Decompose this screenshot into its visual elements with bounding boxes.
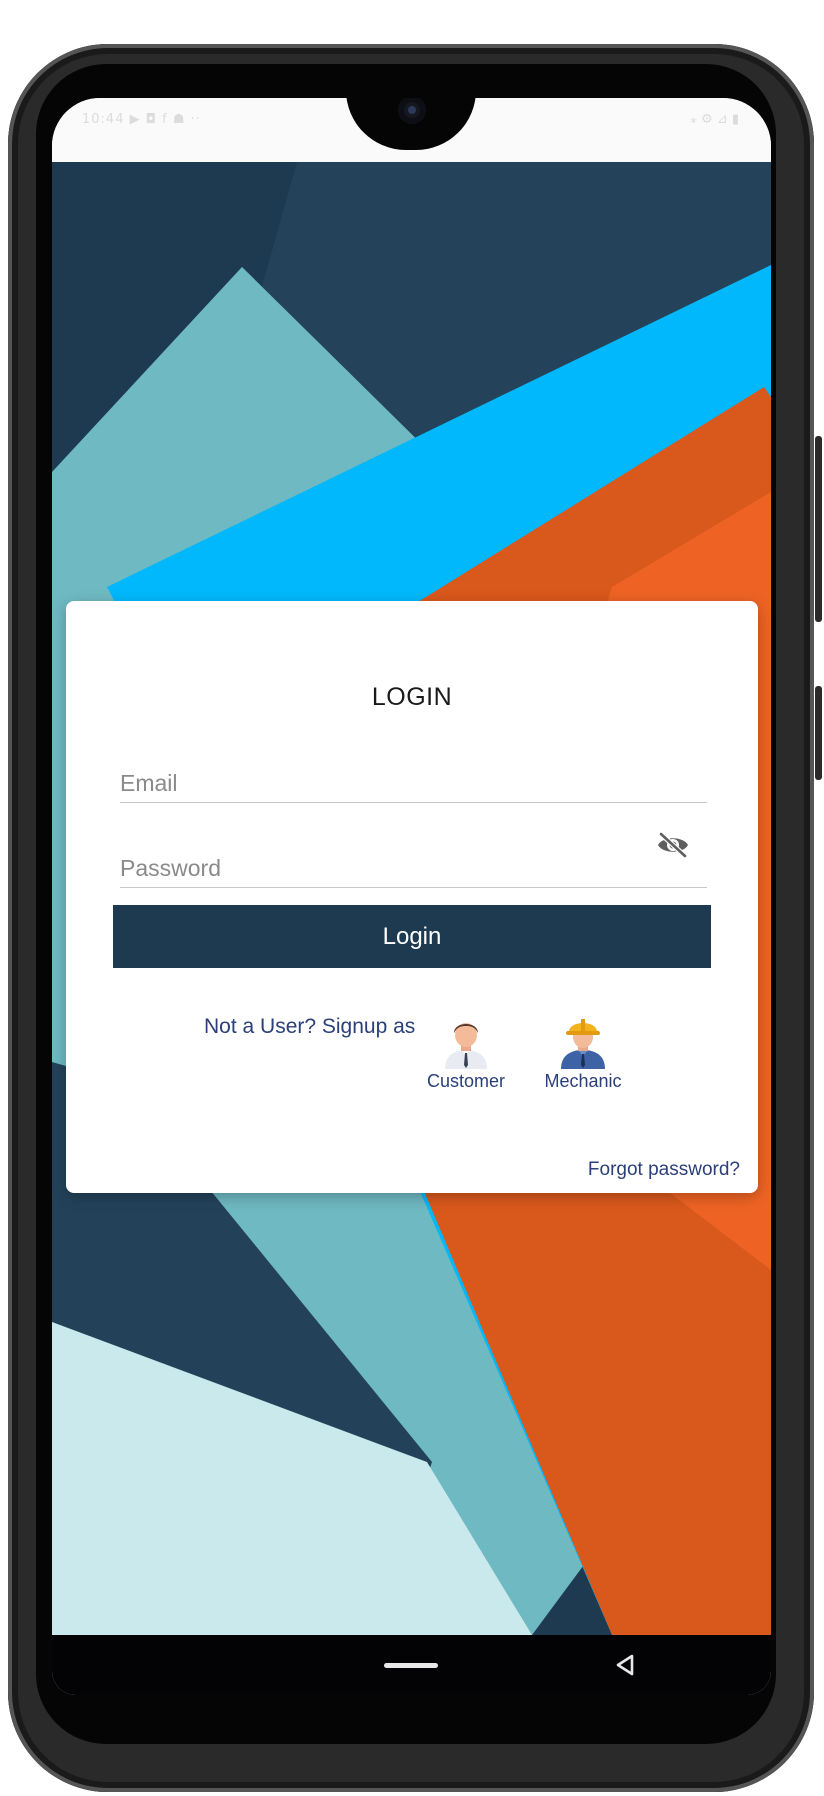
status-bar: 10:44 ▶ ◘ f ☗ ·· ⁎ ⚙ ⊿ ▮ <box>52 98 771 162</box>
status-right-text: ⁎ ⚙ ⊿ ▮ <box>690 112 739 127</box>
signup-mechanic-button[interactable]: Mechanic <box>537 1015 629 1092</box>
power-button <box>815 686 822 780</box>
login-card: LOGIN Login Not a User? Signup as <box>66 601 758 1193</box>
screen: 10:44 ▶ ◘ f ☗ ·· ⁎ ⚙ ⊿ ▮ LOGIN Email Log… <box>52 98 771 1695</box>
password-field[interactable] <box>120 851 707 888</box>
signup-prompt: Not a User? Signup as <box>204 1015 416 1038</box>
mechanic-label: Mechanic <box>544 1071 622 1091</box>
signup-customer-button[interactable]: Customer <box>420 1015 512 1092</box>
login-title: LOGIN <box>371 683 453 711</box>
login-button[interactable]: Login <box>113 905 711 968</box>
system-nav-bar <box>52 1635 771 1695</box>
mechanic-avatar-icon <box>561 1019 605 1069</box>
camera-lens <box>408 106 416 114</box>
back-triangle-icon[interactable] <box>614 1653 636 1677</box>
forgot-password-link[interactable]: Forgot password? <box>588 1159 740 1181</box>
customer-avatar-icon <box>445 1023 487 1069</box>
volume-button <box>815 436 822 622</box>
eye-off-icon[interactable] <box>656 831 690 859</box>
login-screen: LOGIN Login Not a User? Signup as <box>52 162 771 1635</box>
status-left-text: 10:44 ▶ ◘ f ☗ ·· <box>82 112 201 127</box>
home-pill-icon[interactable] <box>384 1663 438 1668</box>
email-field[interactable] <box>120 766 707 803</box>
customer-label: Customer <box>426 1071 506 1091</box>
